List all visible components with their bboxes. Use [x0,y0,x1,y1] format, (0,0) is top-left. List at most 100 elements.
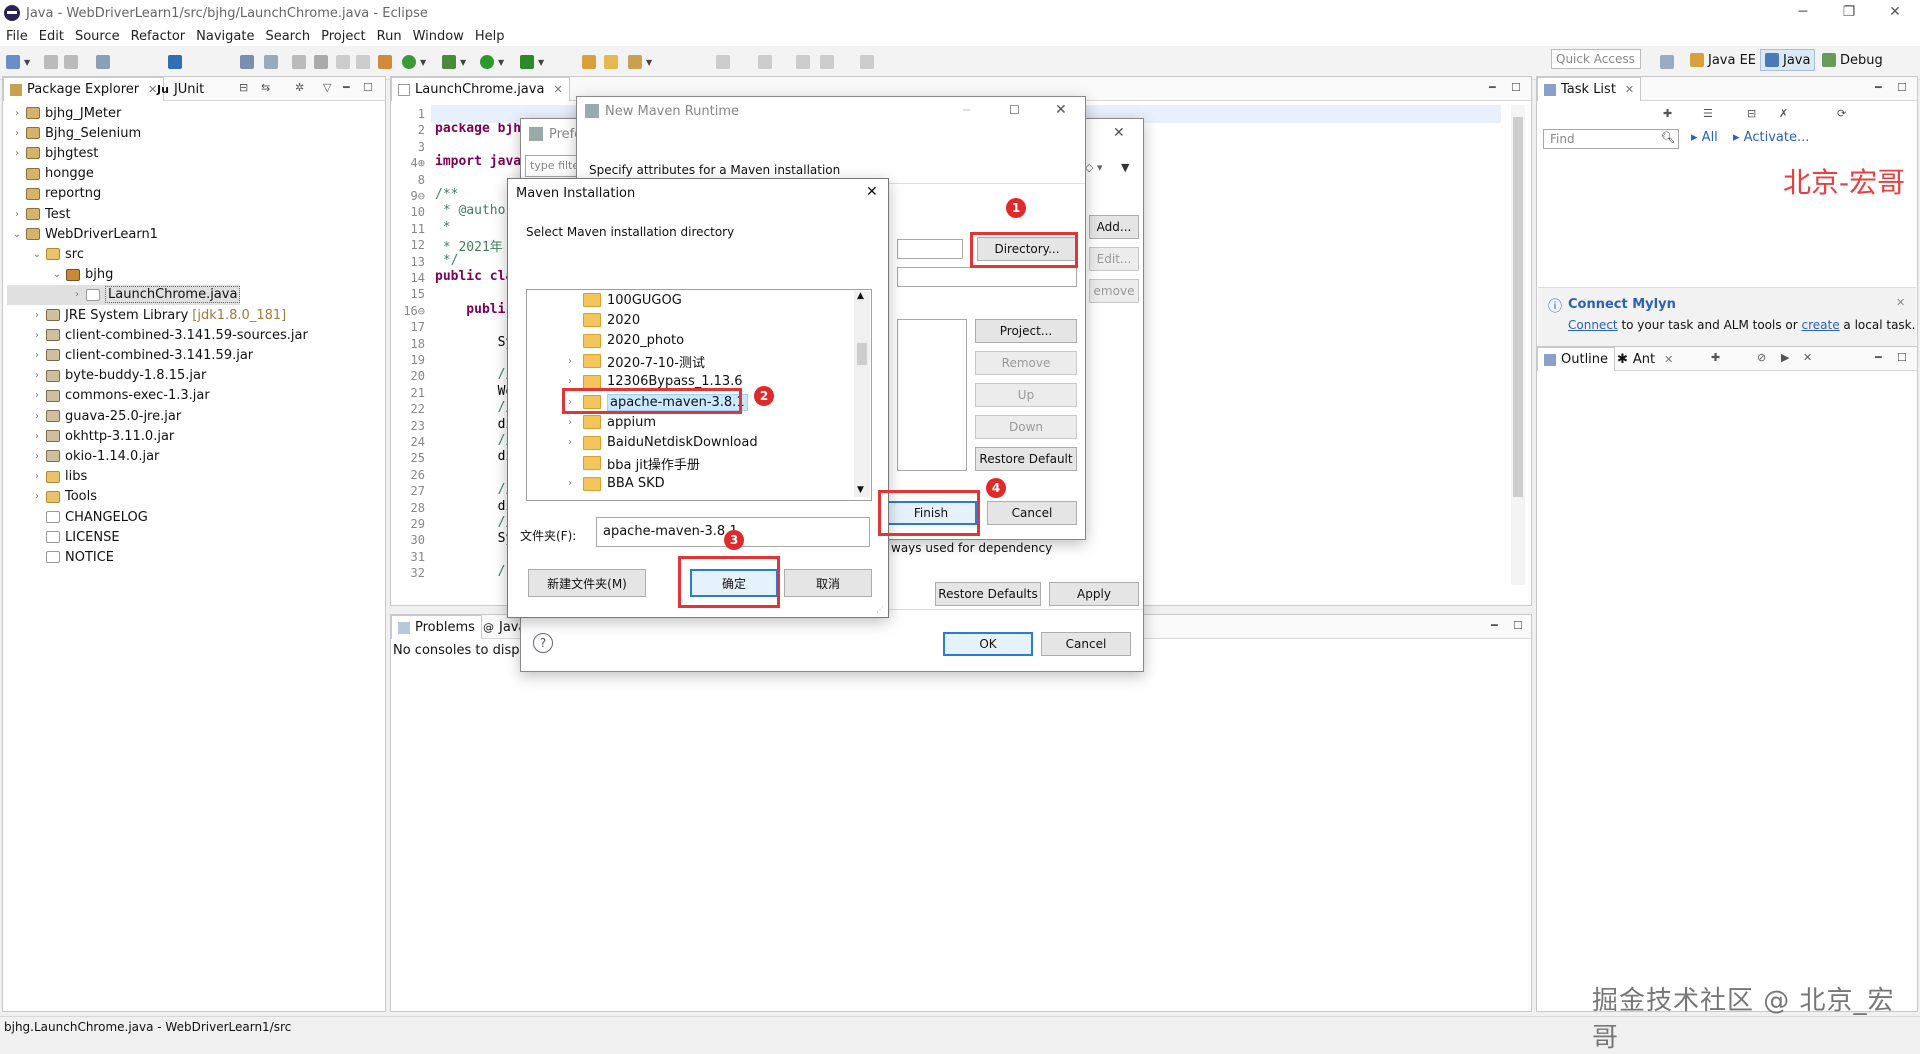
categorized-icon[interactable]: ☰ [1703,107,1713,120]
coverage-icon[interactable] [520,55,534,69]
up-button[interactable]: Up [975,383,1077,407]
menu-source[interactable]: Source [75,29,120,44]
outline-maximize-icon[interactable]: ☐ [1897,351,1907,364]
expand-arrow-icon[interactable]: › [31,330,43,341]
expand-arrow-icon[interactable]: ⌄ [51,269,63,280]
remove-button[interactable]: Remove [975,351,1077,375]
expand-arrow-icon[interactable]: › [71,289,83,300]
menu-navigate[interactable]: Navigate [196,29,254,44]
tab-launchchrome[interactable]: LaunchChrome.java ✕ [391,77,570,101]
menu-refactor[interactable]: Refactor [131,29,186,44]
tree-item[interactable]: › client-combined-3.141.59.jar [7,345,253,365]
tab-ant[interactable]: ✱ Ant ✕ [1611,347,1679,371]
scroll-down-icon[interactable]: ▼ [857,485,864,495]
close-editor-tab-icon[interactable]: ✕ [553,83,562,96]
mylyn-close-icon[interactable]: ✕ [1896,296,1905,309]
tree-item[interactable]: reportng [7,184,101,204]
menu-run[interactable]: Run [377,29,402,44]
runtime-cancel-button[interactable]: Cancel [987,501,1077,525]
toggle-icon[interactable] [336,55,350,69]
nav-dropdown-icon[interactable]: ◇ ▾ [1085,161,1102,174]
preferences-close-icon[interactable]: ✕ [1113,125,1125,141]
link-editor-icon[interactable]: ⇆ [261,81,270,94]
new-server-icon[interactable] [378,55,392,69]
search-tool-icon[interactable] [628,55,642,69]
edit-button[interactable]: Edit... [1089,247,1139,271]
save-all-icon[interactable] [64,55,78,69]
view-menu-icon[interactable]: ✲ [295,81,304,94]
folder-expand-icon[interactable]: › [563,417,577,428]
project-button[interactable]: Project... [975,319,1077,343]
open-perspective-icon[interactable] [1660,55,1674,69]
view-menu-dropdown-icon[interactable]: ▼ [1121,161,1129,174]
last-edit-icon[interactable] [796,55,810,69]
restore-button[interactable]: ❐ [1826,0,1872,26]
tree-item[interactable]: hongge [7,164,94,184]
collapse-all-icon[interactable]: ⊟ [239,81,248,94]
expand-arrow-icon[interactable]: › [11,209,23,220]
refresh-dropdown-icon[interactable]: ▼ [420,58,426,67]
folder-scrollbar[interactable]: ▲ ▼ [854,291,870,497]
run-target-icon[interactable]: ▶ [1781,351,1789,364]
runtime-minimize-icon[interactable]: ─ [963,103,970,117]
menu-window[interactable]: Window [413,29,464,44]
folder-expand-icon[interactable]: › [563,376,577,387]
maximize-view-icon[interactable]: ☐ [363,81,373,94]
tab-outline[interactable]: Outline [1537,347,1616,371]
folder-item[interactable]: › BBA SKD [527,474,853,494]
runtime-close-icon[interactable]: ✕ [1055,102,1067,118]
help-icon[interactable]: ? [533,633,553,653]
tree-item[interactable]: NOTICE [7,547,114,567]
tab-junit[interactable]: Ju JUnit [151,77,210,101]
down-button[interactable]: Down [975,415,1077,439]
console-icon[interactable] [168,55,182,69]
tree-item[interactable]: ⌄ src [7,244,84,264]
refresh-icon[interactable] [402,55,416,69]
expand-arrow-icon[interactable]: › [31,431,43,442]
expand-arrow-icon[interactable]: ⌄ [11,229,23,240]
expand-arrow-icon[interactable]: › [31,310,43,321]
perspective-debug[interactable]: Debug [1818,49,1887,71]
minimize-button[interactable]: ─ [1780,0,1826,26]
editor-minimize-icon[interactable]: ━ [1489,81,1496,94]
menu-project[interactable]: Project [321,29,365,44]
task-maximize-icon[interactable]: ☐ [1897,81,1907,94]
run-dropdown-icon[interactable]: ▼ [498,58,504,67]
save-icon[interactable] [44,55,58,69]
mylyn-connect-link[interactable]: Connect [1568,318,1618,332]
hide-completed-icon[interactable]: ✗ [1779,107,1788,120]
console-maximize-icon[interactable]: ☐ [1513,619,1523,632]
step-icon[interactable] [292,55,306,69]
open-task-icon[interactable] [604,55,618,69]
expand-arrow-icon[interactable]: › [11,108,23,119]
view-dropdown-icon[interactable]: ▽ [323,81,331,94]
new-icon[interactable] [6,55,20,69]
perspective-java[interactable]: Java [1760,49,1816,71]
editor-maximize-icon[interactable]: ☐ [1511,81,1521,94]
drop-frame-icon[interactable] [314,55,328,69]
tree-item[interactable]: › LaunchChrome.java [7,284,241,305]
menu-help[interactable]: Help [475,29,505,44]
prev-annotation-icon[interactable] [758,55,772,69]
folder-item[interactable]: › 2020-7-10-测试 [527,351,853,371]
expand-arrow-icon[interactable]: ⌄ [31,249,43,260]
ok-button[interactable]: OK [943,632,1033,656]
tree-item[interactable]: › client-combined-3.141.59-sources.jar [7,325,308,345]
add-buildfile-icon[interactable]: ✚ [1711,351,1720,364]
folder-item[interactable]: 2020_photo [527,331,853,351]
tree-item[interactable]: › JRE System Library [jdk1.8.0_181] [7,305,286,325]
open-type-icon[interactable] [582,55,596,69]
expand-arrow-icon[interactable]: › [31,471,43,482]
filter-all-link[interactable]: ▸ All [1691,130,1718,145]
folder-expand-icon[interactable]: › [563,437,577,448]
hide-targets-icon[interactable]: ⊘ [1757,351,1766,364]
folder-expand-icon[interactable]: › [563,356,577,367]
remove-side-button[interactable]: emove [1089,279,1139,303]
run-icon[interactable] [480,55,494,69]
folder-item[interactable]: bba jit操作手册 [527,453,853,473]
tab-problems[interactable]: Problems [391,615,482,639]
menu-search[interactable]: Search [265,29,310,44]
debug-tool-icon[interactable] [264,55,278,69]
tree-item[interactable]: › bjhgtest [7,143,98,163]
tree-item[interactable]: › byte-buddy-1.8.15.jar [7,366,206,386]
